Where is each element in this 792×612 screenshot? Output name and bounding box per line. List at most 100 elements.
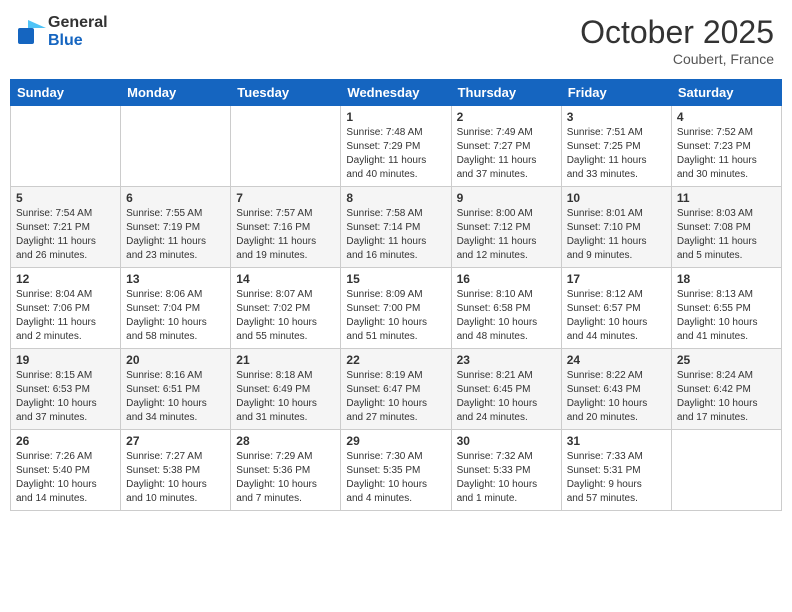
day-info: Sunrise: 7:49 AM Sunset: 7:27 PM Dayligh… [457, 126, 556, 182]
day-info: Sunrise: 8:22 AM Sunset: 6:43 PM Dayligh… [567, 369, 666, 425]
day-info: Sunrise: 7:26 AM Sunset: 5:40 PM Dayligh… [16, 450, 115, 506]
day-number: 26 [16, 434, 115, 448]
day-info: Sunrise: 8:07 AM Sunset: 7:02 PM Dayligh… [236, 288, 335, 344]
day-info: Sunrise: 8:04 AM Sunset: 7:06 PM Dayligh… [16, 288, 115, 344]
day-number: 22 [346, 353, 445, 367]
calendar-cell: 24 Sunrise: 8:22 AM Sunset: 6:43 PM Dayli… [561, 349, 671, 430]
day-info: Sunrise: 7:52 AM Sunset: 7:23 PM Dayligh… [677, 126, 776, 182]
day-number: 10 [567, 191, 666, 205]
day-number: 18 [677, 272, 776, 286]
calendar-cell: 7 Sunrise: 7:57 AM Sunset: 7:16 PM Daylig… [231, 187, 341, 268]
day-number: 13 [126, 272, 225, 286]
logo-line2: Blue [48, 32, 108, 50]
calendar-cell: 10 Sunrise: 8:01 AM Sunset: 7:10 PM Dayli… [561, 187, 671, 268]
calendar-cell: 2 Sunrise: 7:49 AM Sunset: 7:27 PM Daylig… [451, 106, 561, 187]
day-info: Sunrise: 8:21 AM Sunset: 6:45 PM Dayligh… [457, 369, 556, 425]
logo-icon [18, 20, 46, 44]
day-number: 28 [236, 434, 335, 448]
day-number: 1 [346, 110, 445, 124]
day-number: 29 [346, 434, 445, 448]
calendar-cell: 28Sunrise: 7:29 AM Sunset: 5:36 PM Dayli… [231, 430, 341, 511]
day-number: 23 [457, 353, 556, 367]
calendar-cell: 31 Sunrise: 7:33 AM Sunset: 5:31 PM Dayli… [561, 430, 671, 511]
day-info: Sunrise: 8:10 AM Sunset: 6:58 PM Dayligh… [457, 288, 556, 344]
day-info: Sunrise: 8:00 AM Sunset: 7:12 PM Dayligh… [457, 207, 556, 263]
location: Coubert, France [580, 51, 774, 67]
day-number: 21 [236, 353, 335, 367]
day-number: 30 [457, 434, 556, 448]
day-info: Sunrise: 7:57 AM Sunset: 7:16 PM Dayligh… [236, 207, 335, 263]
logo: General Blue [18, 14, 108, 50]
calendar-cell: 6 Sunrise: 7:55 AM Sunset: 7:19 PM Daylig… [121, 187, 231, 268]
weekday-header: Friday [561, 80, 671, 106]
day-number: 3 [567, 110, 666, 124]
day-number: 6 [126, 191, 225, 205]
calendar-cell: 17 Sunrise: 8:12 AM Sunset: 6:57 PM Dayli… [561, 268, 671, 349]
day-info: Sunrise: 7:48 AM Sunset: 7:29 PM Dayligh… [346, 126, 445, 182]
calendar-week-row: 19 Sunrise: 8:15 AM Sunset: 6:53 PM Dayli… [11, 349, 782, 430]
calendar-cell: 22 Sunrise: 8:19 AM Sunset: 6:47 PM Dayli… [341, 349, 451, 430]
weekday-header: Sunday [11, 80, 121, 106]
calendar-cell: 21 Sunrise: 8:18 AM Sunset: 6:49 PM Dayli… [231, 349, 341, 430]
calendar-cell: 1 Sunrise: 7:48 AM Sunset: 7:29 PM Daylig… [341, 106, 451, 187]
day-number: 15 [346, 272, 445, 286]
calendar-cell: 3 Sunrise: 7:51 AM Sunset: 7:25 PM Daylig… [561, 106, 671, 187]
day-number: 31 [567, 434, 666, 448]
day-number: 24 [567, 353, 666, 367]
day-number: 20 [126, 353, 225, 367]
day-info: Sunrise: 7:33 AM Sunset: 5:31 PM Dayligh… [567, 450, 666, 506]
calendar-cell [121, 106, 231, 187]
day-info: Sunrise: 8:12 AM Sunset: 6:57 PM Dayligh… [567, 288, 666, 344]
calendar-cell: 15Sunrise: 8:09 AM Sunset: 7:00 PM Dayli… [341, 268, 451, 349]
calendar-cell: 13 Sunrise: 8:06 AM Sunset: 7:04 PM Dayli… [121, 268, 231, 349]
day-info: Sunrise: 8:18 AM Sunset: 6:49 PM Dayligh… [236, 369, 335, 425]
day-number: 19 [16, 353, 115, 367]
day-number: 12 [16, 272, 115, 286]
day-info: Sunrise: 8:15 AM Sunset: 6:53 PM Dayligh… [16, 369, 115, 425]
day-info: Sunrise: 7:27 AM Sunset: 5:38 PM Dayligh… [126, 450, 225, 506]
weekday-header: Tuesday [231, 80, 341, 106]
calendar-cell: 30 Sunrise: 7:32 AM Sunset: 5:33 PM Dayli… [451, 430, 561, 511]
calendar-cell [11, 106, 121, 187]
day-number: 25 [677, 353, 776, 367]
day-number: 7 [236, 191, 335, 205]
weekday-header: Wednesday [341, 80, 451, 106]
calendar-cell: 25 Sunrise: 8:24 AM Sunset: 6:42 PM Dayli… [671, 349, 781, 430]
day-info: Sunrise: 7:54 AM Sunset: 7:21 PM Dayligh… [16, 207, 115, 263]
day-info: Sunrise: 8:24 AM Sunset: 6:42 PM Dayligh… [677, 369, 776, 425]
month-title: October 2025 [580, 14, 774, 51]
day-info: Sunrise: 7:51 AM Sunset: 7:25 PM Dayligh… [567, 126, 666, 182]
page-header: General Blue October 2025 Coubert, Franc… [10, 10, 782, 71]
weekday-header: Thursday [451, 80, 561, 106]
day-info: Sunrise: 7:55 AM Sunset: 7:19 PM Dayligh… [126, 207, 225, 263]
day-info: Sunrise: 8:06 AM Sunset: 7:04 PM Dayligh… [126, 288, 225, 344]
calendar-cell: 4 Sunrise: 7:52 AM Sunset: 7:23 PM Daylig… [671, 106, 781, 187]
calendar-cell: 29 Sunrise: 7:30 AM Sunset: 5:35 PM Dayli… [341, 430, 451, 511]
day-number: 11 [677, 191, 776, 205]
calendar-cell: 9 Sunrise: 8:00 AM Sunset: 7:12 PM Daylig… [451, 187, 561, 268]
day-number: 2 [457, 110, 556, 124]
day-number: 4 [677, 110, 776, 124]
day-info: Sunrise: 8:19 AM Sunset: 6:47 PM Dayligh… [346, 369, 445, 425]
day-info: Sunrise: 8:01 AM Sunset: 7:10 PM Dayligh… [567, 207, 666, 263]
day-info: Sunrise: 8:13 AM Sunset: 6:55 PM Dayligh… [677, 288, 776, 344]
calendar-header-row: SundayMondayTuesdayWednesdayThursdayFrid… [11, 80, 782, 106]
calendar-week-row: 5Sunrise: 7:54 AM Sunset: 7:21 PM Daylig… [11, 187, 782, 268]
title-block: October 2025 Coubert, France [580, 14, 774, 67]
calendar-cell: 16 Sunrise: 8:10 AM Sunset: 6:58 PM Dayli… [451, 268, 561, 349]
calendar-cell: 5Sunrise: 7:54 AM Sunset: 7:21 PM Daylig… [11, 187, 121, 268]
day-number: 17 [567, 272, 666, 286]
calendar-cell: 20 Sunrise: 8:16 AM Sunset: 6:51 PM Dayli… [121, 349, 231, 430]
calendar-week-row: 1 Sunrise: 7:48 AM Sunset: 7:29 PM Daylig… [11, 106, 782, 187]
weekday-header: Saturday [671, 80, 781, 106]
logo-line1: General [48, 14, 108, 32]
day-info: Sunrise: 8:16 AM Sunset: 6:51 PM Dayligh… [126, 369, 225, 425]
day-info: Sunrise: 7:32 AM Sunset: 5:33 PM Dayligh… [457, 450, 556, 506]
day-number: 27 [126, 434, 225, 448]
day-info: Sunrise: 7:58 AM Sunset: 7:14 PM Dayligh… [346, 207, 445, 263]
calendar-week-row: 26 Sunrise: 7:26 AM Sunset: 5:40 PM Dayli… [11, 430, 782, 511]
day-number: 16 [457, 272, 556, 286]
day-info: Sunrise: 7:30 AM Sunset: 5:35 PM Dayligh… [346, 450, 445, 506]
day-number: 9 [457, 191, 556, 205]
calendar-cell: 11Sunrise: 8:03 AM Sunset: 7:08 PM Dayli… [671, 187, 781, 268]
